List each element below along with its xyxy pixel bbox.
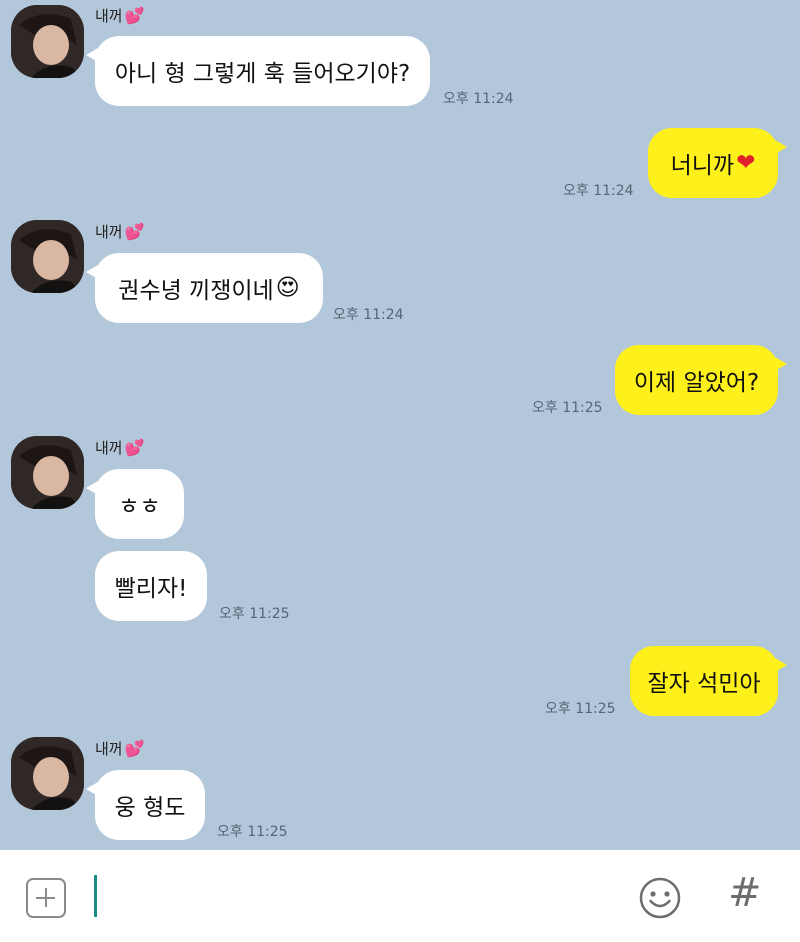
hash-icon[interactable]: # — [728, 870, 762, 916]
message-time: 오후 11:24 — [333, 307, 404, 323]
message-text: ㅎㅎ — [118, 494, 161, 520]
profile-avatar[interactable] — [11, 5, 84, 78]
message-time: 오후 11:25 — [217, 824, 288, 840]
my-message-bubble[interactable]: 이제 알았어? — [615, 345, 787, 415]
profile-avatar[interactable] — [11, 436, 84, 509]
message-text: 권수녕 끼쟁이네 — [118, 278, 274, 304]
message-text: 빨리자! — [114, 576, 188, 602]
heart-eyes-emoji-icon: 😍 — [275, 275, 300, 301]
profile-avatar[interactable] — [11, 737, 84, 810]
smiley-icon[interactable] — [638, 876, 682, 920]
message-bubble[interactable]: 권수녕 끼쟁이네 😍 — [86, 253, 323, 323]
message-time: 오후 11:25 — [532, 400, 603, 416]
message-text: 너니까 — [670, 153, 735, 179]
plus-square-icon[interactable] — [26, 878, 66, 918]
sender-name: 내꺼 💕 — [95, 6, 145, 25]
my-message-bubble[interactable]: 너니까 ❤ — [648, 128, 787, 198]
message-bubble[interactable]: ㅎㅎ — [86, 469, 184, 539]
sender-name: 내꺼 💕 — [95, 739, 145, 758]
message-time: 오후 11:24 — [443, 91, 514, 107]
profile-avatar[interactable] — [11, 220, 84, 293]
chat-area[interactable]: 내꺼 💕 아니 형 그렇게 훅 들어오기야? 오후 11:24 너니까 ❤ 오후 1… — [0, 0, 800, 850]
message-bubble[interactable]: 아니 형 그렇게 훅 들어오기야? — [86, 36, 430, 106]
message-time: 오후 11:24 — [563, 183, 634, 199]
message-bubble[interactable]: 웅 형도 — [86, 770, 205, 840]
message-time: 오후 11:25 — [545, 701, 616, 717]
my-message-bubble[interactable]: 잘자 석민아 — [630, 646, 787, 716]
message-input[interactable] — [86, 872, 620, 924]
message-bubble[interactable]: 빨리자! — [95, 551, 207, 621]
sender-name: 내꺼 💕 — [95, 438, 145, 457]
message-text: 이제 알았어? — [633, 370, 760, 396]
text-cursor — [94, 875, 97, 917]
message-text: 아니 형 그렇게 훅 들어오기야? — [114, 61, 411, 87]
sender-name: 내꺼 💕 — [95, 222, 145, 241]
message-time: 오후 11:25 — [219, 606, 290, 622]
red-heart-icon: ❤ — [736, 150, 756, 176]
message-text: 웅 형도 — [114, 795, 186, 821]
message-text: 잘자 석민아 — [647, 671, 761, 697]
